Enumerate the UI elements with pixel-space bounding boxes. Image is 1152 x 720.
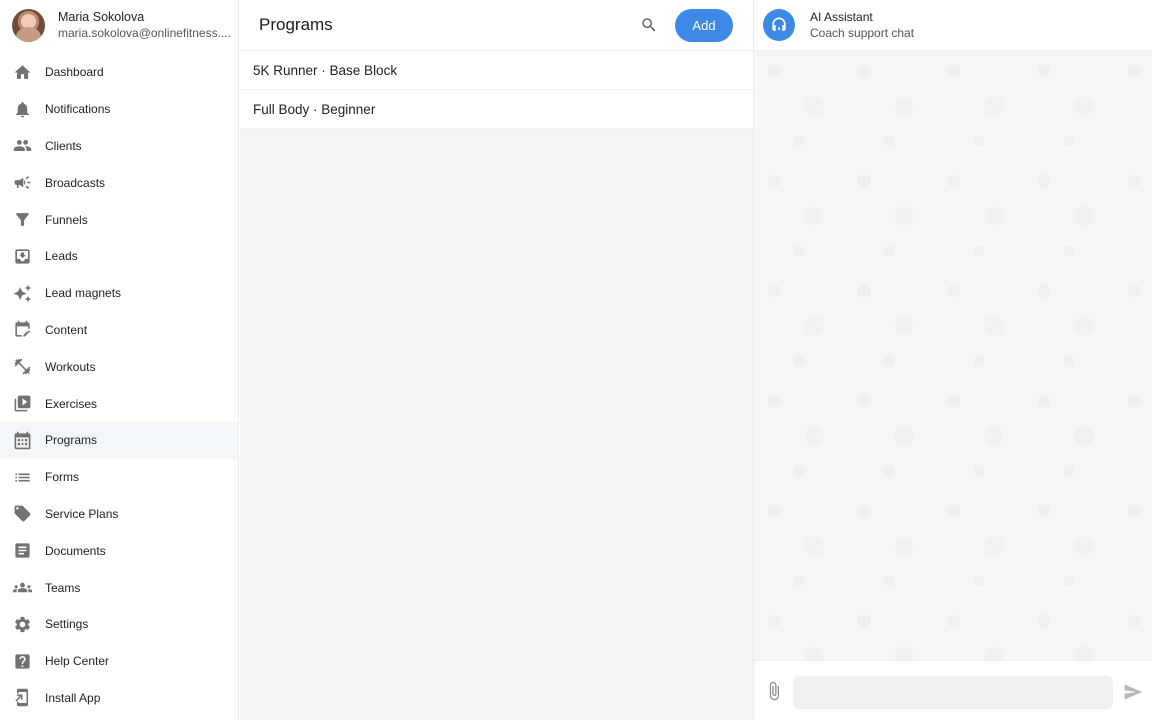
sidebar-item-label: Dashboard: [45, 65, 104, 80]
search-button[interactable]: [639, 15, 659, 35]
sidebar-item-lead-magnets[interactable]: Lead magnets: [0, 275, 238, 312]
sidebar-item-exercises[interactable]: Exercises: [0, 385, 238, 422]
headset-icon: [772, 17, 786, 31]
sidebar-item-funnels[interactable]: Funnels: [0, 201, 238, 238]
bell-icon: [13, 100, 32, 119]
profile-name: Maria Sokolova: [58, 10, 145, 24]
programs-panel: Programs Add 5K Runner · Base Block Full…: [240, 0, 753, 720]
sidebar-item-label: Funnels: [45, 212, 88, 227]
sidebar-item-documents[interactable]: Documents: [0, 532, 238, 569]
sidebar-item-label: Notifications: [45, 102, 111, 117]
programs-header: Programs Add: [240, 0, 753, 51]
sidebar-item-label: Programs: [45, 433, 98, 448]
people-icon: [13, 136, 32, 155]
send-icon: [1124, 684, 1143, 700]
sidebar-item-dashboard[interactable]: Dashboard: [0, 54, 238, 91]
help-icon: [13, 652, 32, 671]
sidebar-item-help-center[interactable]: Help Center: [0, 643, 238, 680]
sidebar-item-label: Exercises: [45, 396, 98, 411]
sidebar-item-content[interactable]: Content: [0, 312, 238, 349]
sparkles-icon: [13, 284, 32, 303]
calendar-edit-icon: [13, 320, 32, 339]
sidebar-item-label: Clients: [45, 138, 82, 153]
sidebar-item-notifications[interactable]: Notifications: [0, 91, 238, 128]
avatar: [12, 8, 45, 42]
tag-icon: [13, 504, 32, 523]
sidebar-item-service-plans[interactable]: Service Plans: [0, 496, 238, 533]
sidebar-item-clients[interactable]: Clients: [0, 128, 238, 165]
sidebar-item-label: Documents: [45, 543, 106, 558]
profile-email: maria.sokolova@onlinefitness....: [58, 26, 231, 40]
sidebar-item-label: Broadcasts: [45, 175, 106, 190]
calendar-grid-icon: [13, 431, 32, 450]
groups-icon: [13, 578, 32, 597]
chat-messages-area: [754, 51, 1152, 660]
list-icon: [13, 468, 32, 487]
assistant-avatar: [763, 9, 795, 41]
search-icon: [642, 18, 656, 32]
chat-header: AI Assistant Coach support chat: [754, 0, 1152, 51]
sidebar-item-label: Workouts: [45, 359, 96, 374]
sidebar: Maria Sokolova maria.sokolova@onlinefitn…: [0, 0, 239, 720]
sidebar-item-forms[interactable]: Forms: [0, 459, 238, 496]
sidebar-item-programs[interactable]: Programs: [0, 421, 238, 459]
sidebar-item-label: Content: [45, 322, 88, 337]
chat-message-input[interactable]: [793, 676, 1113, 709]
megaphone-icon: [13, 173, 32, 192]
sidebar-nav: Dashboard Notifications Clients Broadcas…: [0, 54, 238, 716]
sidebar-item-teams[interactable]: Teams: [0, 569, 238, 606]
sidebar-item-install-app[interactable]: Install App: [0, 680, 238, 717]
install-icon: [13, 688, 32, 707]
sidebar-item-broadcasts[interactable]: Broadcasts: [0, 164, 238, 201]
paperclip-icon: [769, 681, 779, 701]
send-button[interactable]: [1123, 682, 1143, 702]
sidebar-item-workouts[interactable]: Workouts: [0, 348, 238, 385]
sidebar-item-settings[interactable]: Settings: [0, 606, 238, 643]
home-icon: [13, 63, 32, 82]
profile-info: Maria Sokolova maria.sokolova@onlinefitn…: [58, 9, 231, 41]
chat-composer: [754, 660, 1152, 720]
sidebar-item-label: Lead magnets: [45, 286, 122, 301]
list-item[interactable]: 5K Runner · Base Block: [240, 51, 753, 90]
list-item[interactable]: Full Body · Beginner: [240, 90, 753, 129]
sidebar-item-label: Install App: [45, 690, 101, 705]
profile-header[interactable]: Maria Sokolova maria.sokolova@onlinefitn…: [0, 0, 238, 50]
sidebar-item-label: Service Plans: [45, 506, 119, 521]
sidebar-item-label: Forms: [45, 470, 79, 485]
inbox-download-icon: [13, 247, 32, 266]
sidebar-item-leads[interactable]: Leads: [0, 238, 238, 275]
add-program-button[interactable]: Add: [675, 9, 733, 42]
page-title: Programs: [259, 15, 333, 34]
chat-header-text: AI Assistant Coach support chat: [810, 9, 914, 41]
chat-subtitle: Coach support chat: [810, 26, 915, 40]
sidebar-item-label: Help Center: [45, 654, 110, 669]
dumbbell-icon: [13, 357, 32, 376]
sidebar-item-label: Leads: [45, 249, 78, 264]
program-list: 5K Runner · Base Block Full Body · Begin…: [240, 51, 753, 129]
funnel-icon: [13, 210, 32, 229]
gear-icon: [13, 615, 32, 634]
assistant-chat-panel: AI Assistant Coach support chat: [753, 0, 1152, 720]
chat-title: AI Assistant: [810, 10, 873, 24]
document-icon: [13, 541, 32, 560]
sidebar-item-label: Settings: [45, 617, 89, 632]
sidebar-item-label: Teams: [45, 580, 81, 595]
video-library-icon: [13, 394, 32, 413]
attach-button[interactable]: [764, 681, 784, 701]
